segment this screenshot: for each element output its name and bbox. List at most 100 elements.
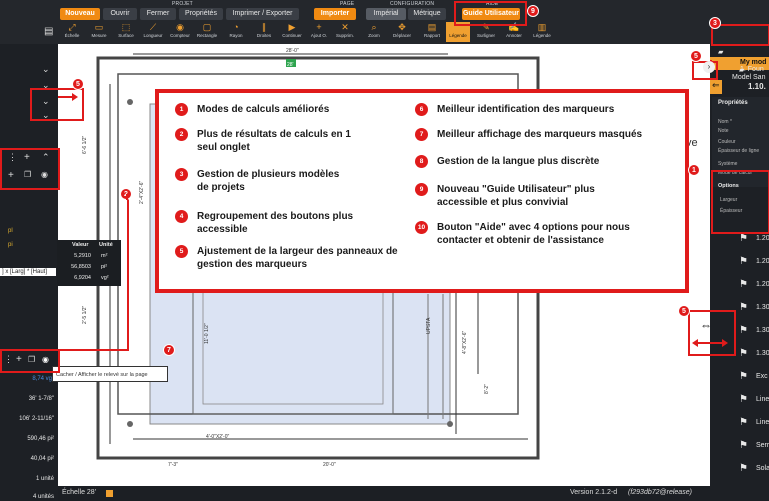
rectangle-icon: ▢ (202, 22, 212, 32)
marker-label: Line (756, 419, 769, 426)
feature-item: 5 Ajustement de la largeur des panneaux d… (175, 245, 407, 271)
tool-delete-button[interactable]: ✕ Supprim. (333, 22, 357, 42)
feature-text: Meilleur affichage des marqueurs masqués (437, 129, 643, 140)
callout-box (711, 24, 769, 46)
dim-top: 28'-0" (286, 48, 299, 54)
plan-dim: 20'-0" (323, 462, 336, 468)
tool-zoom-button[interactable]: ⌕ Zoom (362, 22, 386, 42)
scale-icon: ⤢ (68, 22, 76, 32)
group-title-page: PAGE (340, 1, 355, 7)
feature-number: 2 (175, 128, 188, 141)
item-110-label[interactable]: 1.10. (748, 82, 766, 91)
feature-item: 3 Gestion de plusieurs modèles de projets (175, 168, 347, 194)
plan-dim: 6'-6 1/2" (82, 135, 88, 154)
prop-label: Nom * (718, 119, 732, 125)
marker-list-item[interactable]: ⚑ Exc (710, 368, 769, 388)
marker-list-item[interactable]: ⚑ Sola (710, 460, 769, 480)
measure-icon: ▭ (94, 22, 104, 32)
value-area-ft: 590,46 pi² (27, 436, 54, 442)
feature-item: 8 Gestion de la langue plus discrète (415, 155, 677, 168)
metric-button[interactable]: Métrique (408, 8, 446, 20)
feature-item: 10 Bouton "Aide" avec 4 options pour nous… (415, 221, 667, 247)
my-model-label: My mod (740, 59, 767, 66)
print-export-button[interactable]: Imprimer / Exporter (226, 8, 299, 20)
chevron-down-icon[interactable]: ⌄ (42, 64, 50, 75)
document-icon[interactable]: ▤ (44, 26, 53, 37)
feature-number: 9 (415, 183, 428, 196)
callout-badge: 1 (688, 164, 700, 176)
visibility-tooltip: Cacher / Afficher le relevé sur la page (52, 366, 168, 382)
tool-move-button[interactable]: ✥ Déplacer (390, 22, 414, 42)
collapse-panel-icon[interactable]: › (703, 61, 715, 73)
callout-box (0, 349, 60, 373)
feature-text: Gestion de la langue plus discrète (437, 156, 600, 167)
right-panel: My mod ▰ Model San ▰ 1. Foun ⇐ 1.10. Pro… (710, 44, 769, 501)
radius-icon: ◔ (233, 22, 239, 32)
new-button[interactable]: Nouveau (60, 8, 100, 20)
marker-icon: ⚑ (739, 302, 748, 313)
feature-text: Gestion de plusieurs modèles de projets (197, 169, 340, 193)
callout-box (30, 88, 84, 121)
feature-text: Modes de calculs améliorés (197, 104, 330, 115)
properties-title: Propriétés (718, 100, 748, 106)
properties-button[interactable]: Propriétés (179, 8, 223, 20)
marker-icon: ⚑ (739, 256, 748, 267)
marker-list-item[interactable]: ⚑ 1.20 (710, 253, 769, 273)
group-title-configuration: CONFIGURATION (390, 1, 435, 7)
marker-list-item[interactable]: ⚑ Line (710, 414, 769, 434)
feature-item: 9 Nouveau "Guide Utilisateur" plus access… (415, 183, 637, 209)
report-icon: ▤ (427, 22, 437, 32)
value-area-ft-2: 40,04 pi² (30, 456, 54, 462)
feature-text: Nouveau "Guide Utilisateur" plus accessi… (437, 184, 595, 208)
import-button[interactable]: Importer (314, 8, 356, 20)
dim-badge: 28' (287, 62, 294, 68)
callout-badge: 9 (527, 5, 539, 17)
delete-icon: ✕ (341, 22, 349, 32)
marker-icon: ⚑ (739, 348, 748, 359)
plan-dim: 7'-3" (168, 462, 178, 468)
marker-icon: ⚑ (739, 440, 748, 451)
features-panel: 1 Modes de calculs améliorés 2 Plus de rés… (155, 89, 689, 293)
feature-text: Regroupement des boutons plus accessible (197, 211, 354, 235)
tool-legend2-button[interactable]: ▥ Légende (530, 22, 554, 42)
callout-badge: 5 (690, 50, 702, 62)
lines-icon: ∥ (261, 22, 267, 32)
marker-label: 1.20 (756, 258, 769, 265)
value-area-yd: 8,74 vg² (32, 376, 54, 382)
tool-lines-button[interactable]: ∥ Droites (252, 22, 276, 42)
open-button[interactable]: Ouvrir (103, 8, 137, 20)
callout-box (454, 1, 527, 26)
surface-icon: ⬚ (121, 22, 131, 32)
value-count-1: 1 unité (35, 476, 54, 482)
value-count-2: 4 unités (32, 494, 54, 500)
callout-box (0, 148, 60, 190)
feature-item: 1 Modes de calculs améliorés (175, 103, 397, 116)
marker-label: 1.30 (756, 350, 769, 357)
tool-radius-button[interactable]: ◔ Rayon (224, 22, 248, 42)
scale-status: Échelle 28' (62, 489, 97, 496)
callout-box (688, 310, 736, 356)
marker-icon: ⚑ (739, 233, 748, 244)
feature-text: Bouton "Aide" avec 4 options pour nous c… (437, 222, 630, 246)
found-label[interactable]: 1. Foun (740, 66, 764, 73)
marker-label: 1.20 (756, 281, 769, 288)
status-bar: Échelle 28' Version 2.1.2-d (f293db72@re… (58, 486, 710, 501)
value-length-2: 106' 2-11/16" (19, 416, 54, 422)
tool-rectangle-button[interactable]: ▢ Rectangle (195, 22, 219, 42)
feature-item: 7 Meilleur affichage des marqueurs masqué… (415, 128, 677, 141)
callout-badge: 5 (678, 305, 690, 317)
prop-label: Système (718, 161, 738, 167)
back-icon[interactable]: ⇐ (710, 80, 722, 94)
feature-item: 2 Plus de résultats de calculs en 1 seul … (175, 128, 367, 154)
continue-icon: ▶ (288, 22, 296, 32)
feature-number: 7 (415, 128, 428, 141)
move-icon: ✥ (398, 22, 406, 32)
imperial-button[interactable]: Impérial (366, 8, 406, 20)
marker-list-item[interactable]: ⚑ Serr (710, 437, 769, 457)
marker-icon: ⚑ (739, 325, 748, 336)
close-button[interactable]: Fermer (140, 8, 176, 20)
marker-list-item[interactable]: ⚑ Line (710, 391, 769, 411)
model-same-label[interactable]: Model San (732, 74, 765, 81)
marker-list-item[interactable]: ⚑ 1.20 (710, 276, 769, 296)
resize-cursor-icon[interactable]: ⇔ (700, 318, 712, 332)
